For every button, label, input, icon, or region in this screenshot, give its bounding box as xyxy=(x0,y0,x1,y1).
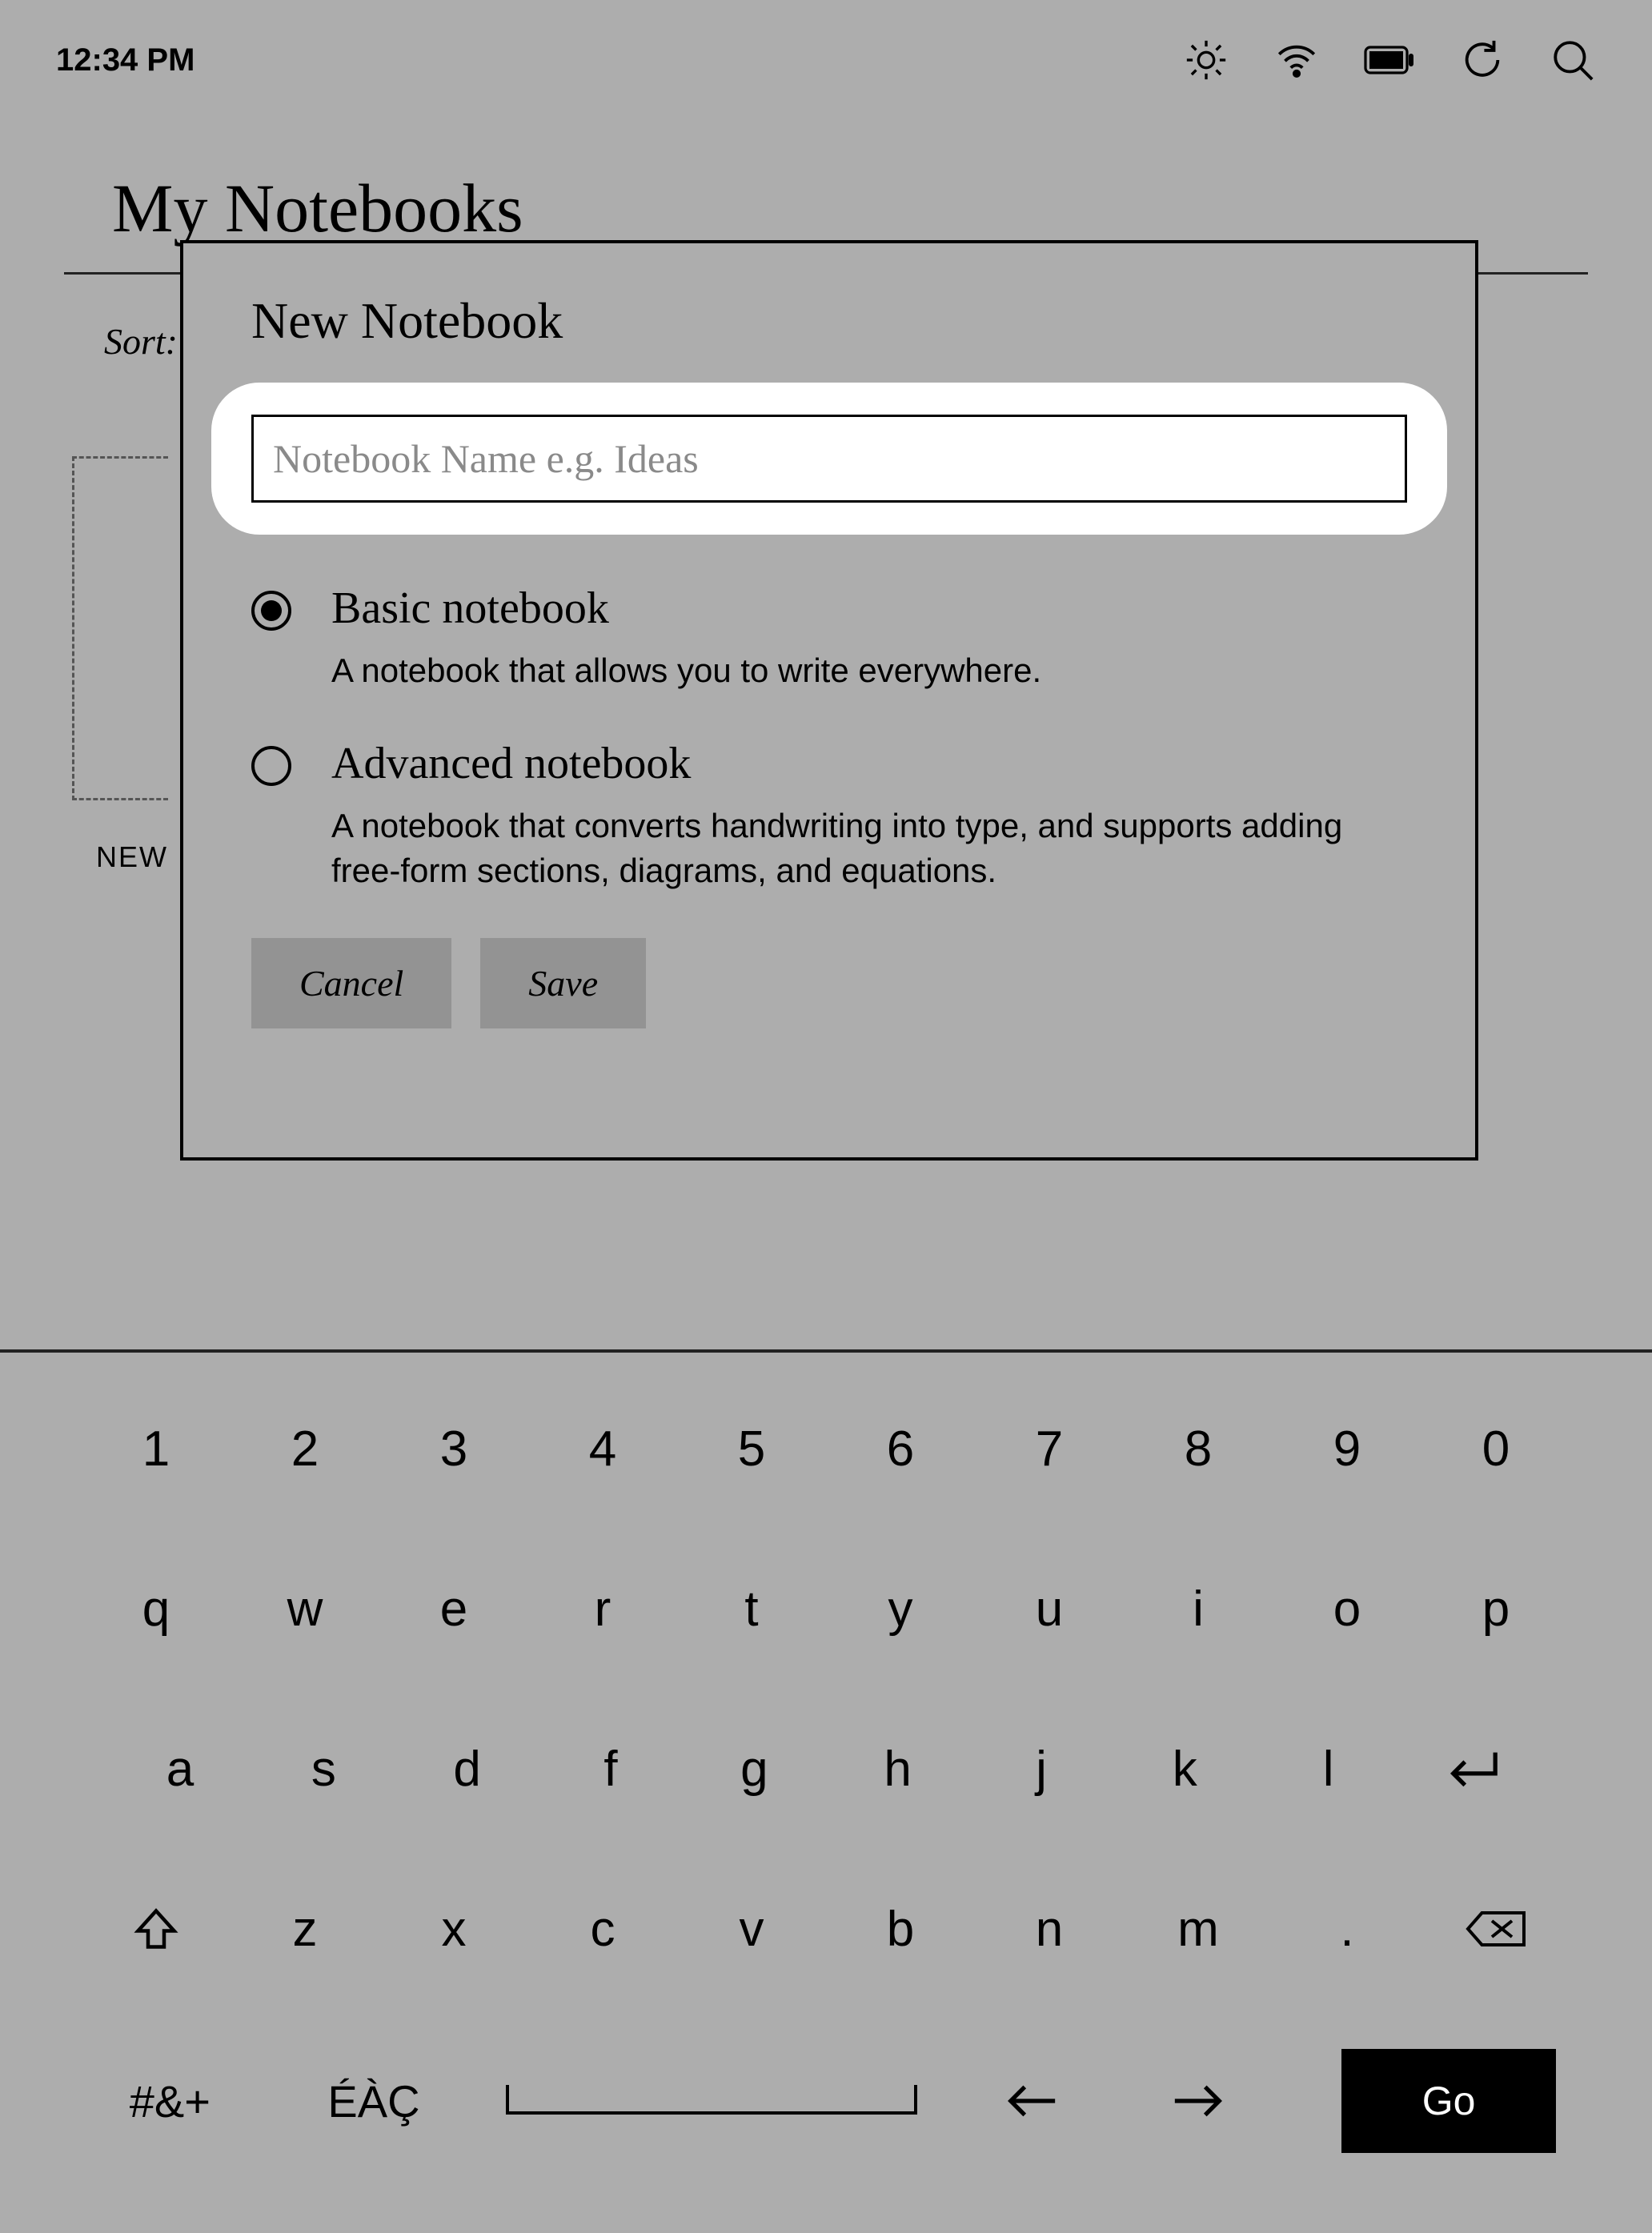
key-y[interactable]: y xyxy=(840,1569,960,1649)
brightness-icon[interactable] xyxy=(1183,37,1229,83)
key-space[interactable] xyxy=(503,2081,920,2121)
key-a[interactable]: a xyxy=(120,1729,240,1809)
key-v[interactable]: v xyxy=(692,1889,812,1969)
new-notebook-label: NEW xyxy=(96,840,168,874)
keyboard-row-1: 1 2 3 4 5 6 7 8 9 0 xyxy=(96,1409,1556,1489)
key-4[interactable]: 4 xyxy=(543,1409,663,1489)
radio-advanced[interactable] xyxy=(251,746,291,786)
key-backspace[interactable] xyxy=(1436,1889,1556,1969)
key-period[interactable]: . xyxy=(1287,1889,1407,1969)
key-2[interactable]: 2 xyxy=(245,1409,365,1489)
key-t[interactable]: t xyxy=(692,1569,812,1649)
battery-icon[interactable] xyxy=(1364,44,1415,76)
key-accents[interactable]: ÉÀÇ xyxy=(300,2061,448,2141)
status-icons xyxy=(1183,37,1596,83)
key-i[interactable]: i xyxy=(1138,1569,1258,1649)
option-basic-desc: A notebook that allows you to write ever… xyxy=(331,648,1041,694)
key-symbols[interactable]: #&+ xyxy=(96,2061,244,2141)
key-go[interactable]: Go xyxy=(1341,2049,1556,2153)
key-6[interactable]: 6 xyxy=(840,1409,960,1489)
key-m[interactable]: m xyxy=(1138,1889,1258,1969)
key-5[interactable]: 5 xyxy=(692,1409,812,1489)
keyboard-row-2: q w e r t y u i o p xyxy=(96,1569,1556,1649)
key-h[interactable]: h xyxy=(838,1729,958,1809)
key-f[interactable]: f xyxy=(551,1729,671,1809)
key-arrow-right[interactable] xyxy=(1143,2061,1253,2141)
key-enter[interactable] xyxy=(1412,1729,1532,1809)
option-advanced-desc: A notebook that converts handwriting int… xyxy=(331,804,1372,894)
key-x[interactable]: x xyxy=(394,1889,514,1969)
key-p[interactable]: p xyxy=(1436,1569,1556,1649)
cancel-button[interactable]: Cancel xyxy=(251,938,451,1028)
key-n[interactable]: n xyxy=(989,1889,1109,1969)
new-notebook-dialog: New Notebook Basic notebook A notebook t… xyxy=(180,240,1478,1161)
key-1[interactable]: 1 xyxy=(96,1409,216,1489)
key-z[interactable]: z xyxy=(245,1889,365,1969)
option-advanced[interactable]: Advanced notebook A notebook that conver… xyxy=(251,738,1407,894)
key-s[interactable]: s xyxy=(263,1729,383,1809)
option-basic[interactable]: Basic notebook A notebook that allows yo… xyxy=(251,583,1407,694)
keyboard-row-5: #&+ ÉÀÇ Go xyxy=(96,2049,1556,2153)
key-j[interactable]: j xyxy=(981,1729,1101,1809)
keyboard-row-4: z x c v b n m . xyxy=(96,1889,1556,1969)
status-time: 12:34 PM xyxy=(56,42,194,78)
key-3[interactable]: 3 xyxy=(394,1409,514,1489)
dialog-title: New Notebook xyxy=(251,291,1407,351)
key-e[interactable]: e xyxy=(394,1569,514,1649)
notebook-name-input-wrap xyxy=(211,383,1447,535)
key-shift[interactable] xyxy=(96,1889,216,1969)
on-screen-keyboard: 1 2 3 4 5 6 7 8 9 0 q w e r t y u i o p … xyxy=(0,1409,1652,2233)
keyboard-divider xyxy=(0,1349,1652,1353)
key-w[interactable]: w xyxy=(245,1569,365,1649)
key-o[interactable]: o xyxy=(1287,1569,1407,1649)
option-advanced-title: Advanced notebook xyxy=(331,738,1372,789)
radio-basic[interactable] xyxy=(251,591,291,631)
key-0[interactable]: 0 xyxy=(1436,1409,1556,1489)
option-basic-title: Basic notebook xyxy=(331,583,1041,634)
page-title: My Notebooks xyxy=(112,168,523,248)
key-d[interactable]: d xyxy=(407,1729,527,1809)
status-bar: 12:34 PM xyxy=(0,0,1652,120)
key-q[interactable]: q xyxy=(96,1569,216,1649)
key-u[interactable]: u xyxy=(989,1569,1109,1649)
keyboard-row-3: a s d f g h j k l xyxy=(96,1729,1556,1809)
key-g[interactable]: g xyxy=(694,1729,814,1809)
key-r[interactable]: r xyxy=(543,1569,663,1649)
new-notebook-card[interactable] xyxy=(72,456,168,800)
key-l[interactable]: l xyxy=(1269,1729,1389,1809)
key-c[interactable]: c xyxy=(543,1889,663,1969)
sync-icon[interactable] xyxy=(1459,37,1506,83)
key-arrow-left[interactable] xyxy=(976,2061,1086,2141)
search-icon[interactable] xyxy=(1550,37,1596,83)
save-button[interactable]: Save xyxy=(480,938,646,1028)
key-b[interactable]: b xyxy=(840,1889,960,1969)
notebook-name-input[interactable] xyxy=(251,415,1407,503)
key-7[interactable]: 7 xyxy=(989,1409,1109,1489)
wifi-icon[interactable] xyxy=(1273,37,1320,83)
key-9[interactable]: 9 xyxy=(1287,1409,1407,1489)
sort-label[interactable]: Sort: xyxy=(104,320,178,363)
key-8[interactable]: 8 xyxy=(1138,1409,1258,1489)
key-k[interactable]: k xyxy=(1125,1729,1245,1809)
